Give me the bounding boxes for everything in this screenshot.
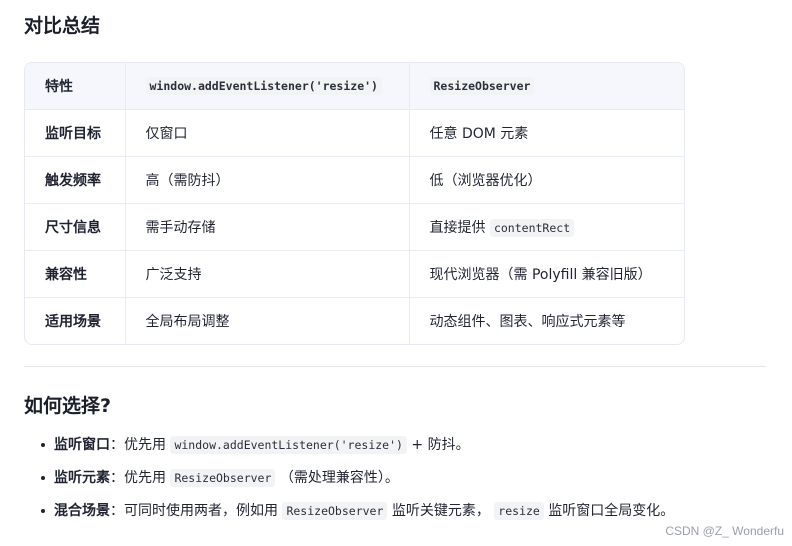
item-label: 混合场景: [54, 503, 110, 519]
row-feature: 尺寸信息: [25, 203, 126, 251]
item-code: ResizeObserver: [282, 502, 388, 520]
row-observer-code: contentRect: [489, 219, 575, 237]
bullet-icon: [41, 443, 45, 447]
header-window-resize: window.addEventListener('resize'): [125, 63, 410, 110]
row-window-value: 高（需防抖）: [125, 156, 410, 204]
header-resize-observer-code: ResizeObserver: [429, 77, 535, 95]
row-feature: 适用场景: [25, 297, 126, 344]
section-title-compare: 对比总结: [24, 15, 101, 37]
header-feature: 特性: [25, 63, 126, 110]
item-code: ResizeObserver: [170, 469, 276, 487]
row-observer-text: 直接提供: [429, 220, 490, 236]
choose-list: 监听窗口：优先用 window.addEventListener('resize…: [24, 436, 784, 535]
item-text: （需处理兼容性）。: [275, 470, 399, 486]
row-observer-text: 动态组件、图表、响应式元素等: [429, 314, 626, 330]
table-header-row: 特性 window.addEventListener('resize') Res…: [25, 63, 684, 110]
item-label: 监听元素: [54, 470, 110, 486]
row-window-value: 全局布局调整: [125, 297, 410, 344]
list-item: 监听元素：优先用 ResizeObserver （需处理兼容性）。: [24, 469, 784, 487]
header-window-resize-code: window.addEventListener('resize'): [145, 77, 382, 95]
item-text: 优先用: [124, 437, 171, 453]
item-text: + 防抖。: [406, 437, 470, 453]
row-window-value: 仅窗口: [125, 109, 410, 157]
item-code: resize: [494, 502, 544, 520]
row-observer-text: 低（浏览器优化）: [429, 173, 542, 189]
bullet-icon: [41, 476, 45, 480]
table-row: 兼容性 广泛支持 现代浏览器（需 Polyfill 兼容旧版）: [25, 250, 684, 298]
list-item: 混合场景：可同时使用两者，例如用 ResizeObserver 监听关键元素， …: [24, 502, 784, 520]
row-observer-value: 任意 DOM 元素: [409, 109, 684, 157]
item-sep: ：: [110, 503, 124, 519]
row-window-value: 需手动存储: [125, 203, 410, 251]
row-observer-value: 现代浏览器（需 Polyfill 兼容旧版）: [409, 250, 684, 298]
table-row: 适用场景 全局布局调整 动态组件、图表、响应式元素等: [25, 297, 684, 345]
row-window-value: 广泛支持: [125, 250, 410, 298]
table-row: 触发频率 高（需防抖） 低（浏览器优化）: [25, 156, 684, 204]
item-sep: ：: [110, 437, 124, 453]
item-text: 监听窗口全局变化。: [543, 503, 675, 519]
item-text: 优先用: [124, 470, 171, 486]
row-observer-value: 低（浏览器优化）: [409, 156, 684, 204]
list-item: 监听窗口：优先用 window.addEventListener('resize…: [24, 436, 784, 454]
table-row: 尺寸信息 需手动存储 直接提供 contentRect: [25, 203, 684, 251]
table-row: 监听目标 仅窗口 任意 DOM 元素: [25, 109, 684, 157]
item-label: 监听窗口: [54, 437, 110, 453]
item-sep: ：: [110, 470, 124, 486]
item-code: window.addEventListener('resize'): [170, 436, 407, 454]
row-observer-text: 任意 DOM 元素: [429, 126, 529, 142]
row-observer-value: 直接提供 contentRect: [409, 203, 684, 251]
bullet-icon: [41, 509, 45, 513]
row-feature: 兼容性: [25, 250, 126, 298]
comparison-table: 特性 window.addEventListener('resize') Res…: [24, 62, 685, 345]
row-feature: 监听目标: [25, 109, 126, 157]
section-title-choose: 如何选择?: [24, 395, 112, 417]
row-feature: 触发频率: [25, 156, 126, 204]
section-divider: [24, 366, 766, 367]
item-text: 监听关键元素，: [387, 503, 495, 519]
header-resize-observer: ResizeObserver: [409, 63, 684, 110]
row-observer-value: 动态组件、图表、响应式元素等: [409, 298, 684, 345]
item-text: 可同时使用两者，例如用: [124, 503, 283, 519]
row-observer-text: 现代浏览器（需 Polyfill 兼容旧版）: [429, 267, 652, 283]
watermark: CSDN @Z_ Wonderfu: [665, 524, 784, 538]
